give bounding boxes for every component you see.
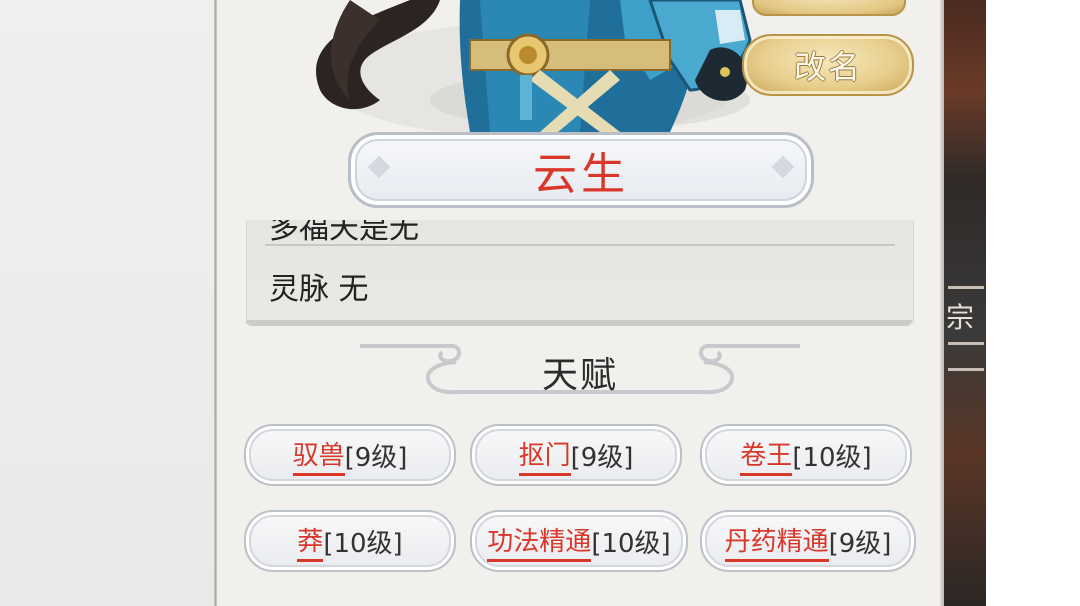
talent-tag-gongfa-jingtong[interactable]: 功法精通 [10级]: [470, 510, 688, 572]
attribute-row-partial: 多福天是无: [269, 220, 419, 246]
talent-tag-mang[interactable]: 莽 [10级]: [244, 510, 456, 572]
rename-button[interactable]: 改名: [742, 34, 914, 96]
talent-tag-juanwang[interactable]: 卷王 [10级]: [700, 424, 912, 486]
attribute-divider: [265, 244, 895, 246]
talent-tag-koumen[interactable]: 抠门 [9级]: [470, 424, 682, 486]
talent-level: [10级]: [591, 528, 671, 559]
background-sign-char: 宗: [946, 301, 975, 334]
character-portrait: [290, 0, 760, 132]
talent-tag-danyao-jingtong[interactable]: 丹药精通 [9级]: [700, 510, 916, 572]
talent-level: [10级]: [792, 442, 872, 473]
strip-divider: [948, 368, 984, 371]
top-gold-button[interactable]: [752, 0, 906, 16]
talent-level: [9级]: [828, 528, 892, 559]
talent-name: 功法精通: [487, 521, 592, 562]
character-name: 云生: [533, 149, 629, 200]
talent-name: 抠门: [518, 435, 571, 476]
talent-section-header: 天赋: [360, 342, 800, 400]
attribute-list-bottom-edge: [246, 320, 912, 326]
strip-divider: [948, 286, 984, 289]
talent-tag-yushou[interactable]: 驭兽 [9级]: [244, 424, 456, 486]
character-name-plate: 云生: [348, 132, 814, 208]
talent-name: 莽: [297, 521, 324, 562]
attribute-list[interactable]: 多福天是无 灵脉 无: [246, 220, 914, 324]
strip-divider: [948, 342, 984, 345]
talent-level: [10级]: [323, 528, 403, 559]
diamond-ornament-icon: [367, 155, 391, 179]
talent-name: 卷王: [740, 435, 793, 476]
attribute-row-lingmai: 灵脉 无: [269, 272, 369, 307]
rename-button-label: 改名: [793, 48, 862, 86]
talent-name: 驭兽: [292, 435, 345, 476]
game-screen: 宗 改名 云生 多福天是无 灵脉 无 天赋 驭兽 [9级] 抠门 [9级] 卷王…: [0, 0, 1080, 606]
background-scene-strip: 宗: [944, 0, 986, 606]
talent-level: [9级]: [570, 442, 634, 473]
talent-section-title: 天赋: [541, 355, 618, 396]
left-empty-area: [0, 0, 214, 606]
talent-level: [9级]: [344, 442, 408, 473]
talent-name: 丹药精通: [724, 521, 829, 562]
diamond-ornament-icon: [771, 155, 795, 179]
